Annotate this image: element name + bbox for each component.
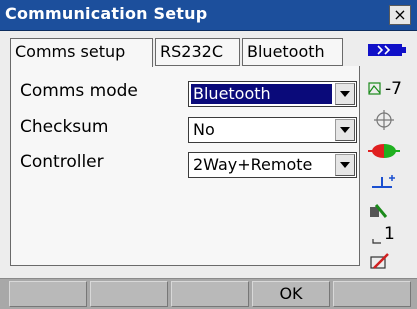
tab-label: Comms setup	[15, 42, 126, 61]
comms-mode-label: Comms mode	[20, 81, 138, 101]
checksum-dropdown-button[interactable]	[335, 119, 355, 141]
tab-bluetooth[interactable]: Bluetooth	[242, 38, 343, 66]
comms-mode-select[interactable]: Bluetooth	[188, 81, 357, 107]
checksum-select[interactable]: No	[188, 117, 357, 143]
close-button[interactable]: ×	[389, 5, 411, 25]
window-title: Communication Setup	[5, 4, 208, 23]
title-bar: Communication Setup ×	[0, 0, 417, 31]
softkey-bar: OK	[0, 278, 417, 309]
controller-select[interactable]: 2Way+Remote	[188, 152, 357, 178]
measurement-mode-icon[interactable]	[370, 203, 390, 219]
controller-dropdown-button[interactable]	[335, 154, 355, 176]
count-value: 1	[384, 224, 395, 244]
status-sidebar: -7 1	[362, 31, 417, 278]
comms-mode-dropdown-button[interactable]	[335, 83, 355, 105]
comms-mode-value: Bluetooth	[191, 84, 332, 104]
battery-icon[interactable]	[368, 43, 408, 57]
controller-value: 2Way+Remote	[193, 155, 313, 174]
softkey-2[interactable]	[90, 281, 168, 307]
chevron-down-icon	[340, 162, 350, 168]
softkey-5[interactable]	[333, 281, 411, 307]
checksum-label: Checksum	[20, 117, 109, 137]
softkey-1[interactable]	[9, 281, 87, 307]
edit-icon[interactable]	[370, 252, 390, 272]
target-icon[interactable]	[368, 141, 400, 161]
tab-rs232c[interactable]: RS232C	[155, 38, 240, 66]
main-panel: Comms setup RS232C Bluetooth Comms mode …	[0, 31, 417, 278]
tilt-icon	[368, 82, 381, 95]
checksum-value: No	[193, 120, 215, 139]
chevron-down-icon	[340, 127, 350, 133]
tab-label: RS232C	[160, 42, 223, 61]
close-icon: ×	[393, 5, 407, 24]
chevron-down-icon	[340, 91, 350, 97]
count-marker-icon	[372, 239, 381, 244]
tab-label: Bluetooth	[247, 42, 325, 61]
ok-button[interactable]: OK	[252, 281, 330, 307]
controller-label: Controller	[20, 152, 104, 172]
softkey-3[interactable]	[171, 281, 249, 307]
level-icon[interactable]	[370, 171, 400, 191]
crosshair-icon[interactable]	[374, 110, 394, 130]
tab-comms-setup[interactable]: Comms setup	[10, 38, 153, 67]
tilt-value: -7	[385, 79, 402, 99]
